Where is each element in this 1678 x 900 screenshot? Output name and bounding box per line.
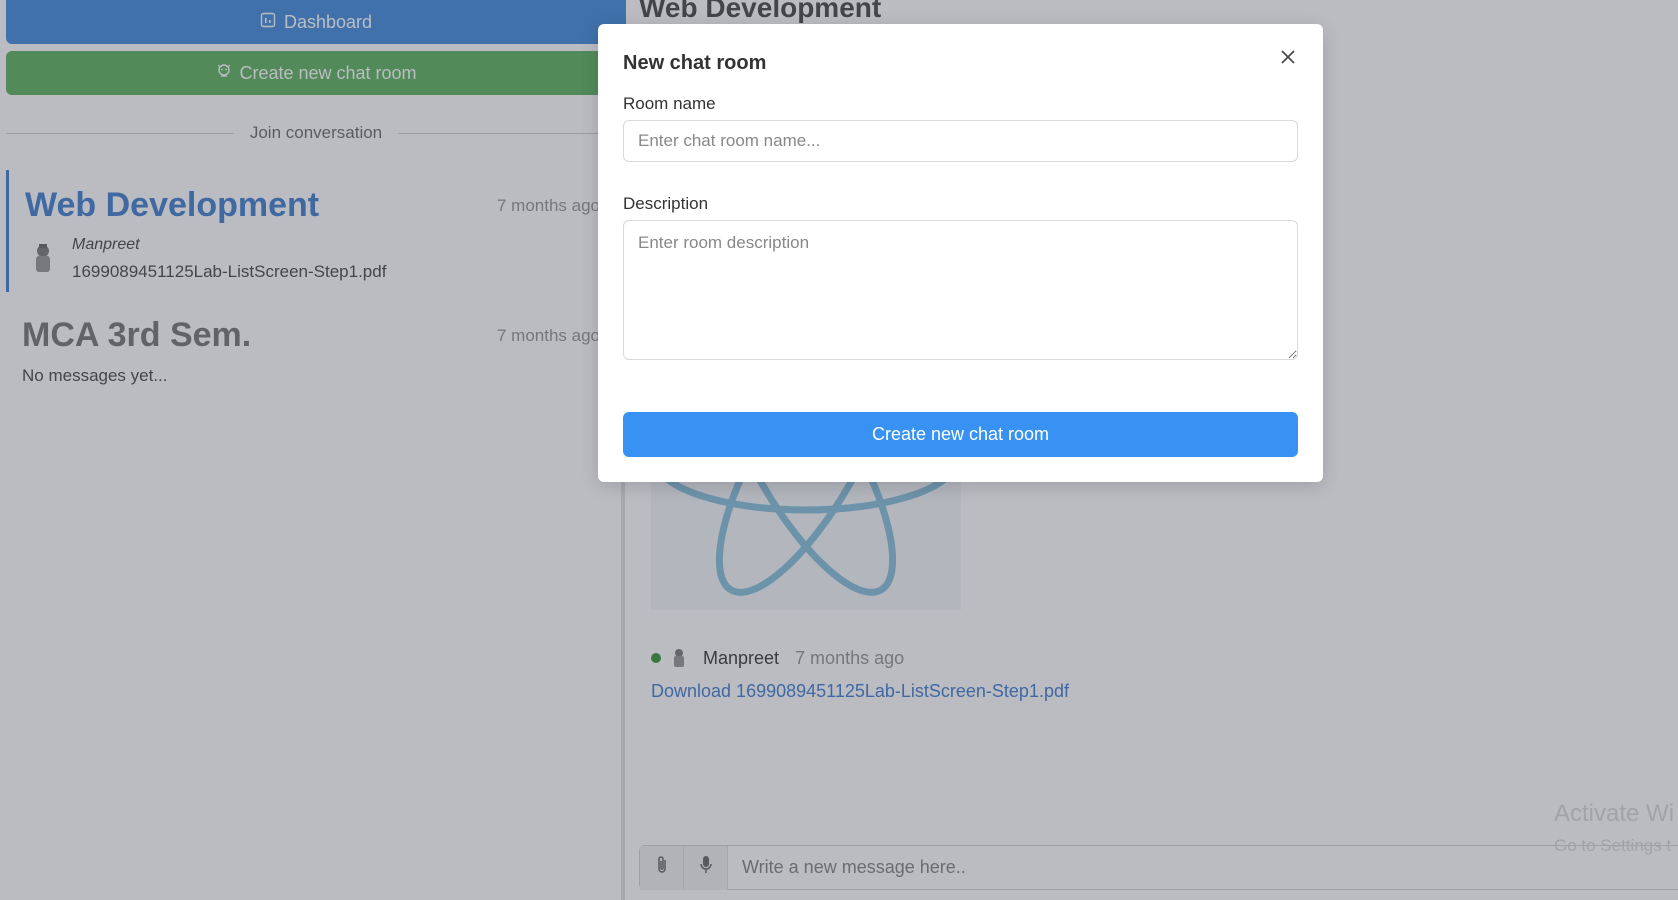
description-textarea[interactable] bbox=[623, 220, 1298, 360]
close-button[interactable] bbox=[1277, 48, 1299, 70]
new-chat-room-modal: New chat room Room name Description Crea… bbox=[598, 24, 1323, 482]
description-label: Description bbox=[623, 194, 709, 213]
room-name-input[interactable] bbox=[623, 120, 1298, 162]
create-chat-room-submit-button[interactable]: Create new chat room bbox=[623, 412, 1298, 457]
close-icon bbox=[1281, 49, 1295, 69]
room-name-label: Room name bbox=[623, 94, 716, 113]
modal-title: New chat room bbox=[623, 52, 767, 74]
